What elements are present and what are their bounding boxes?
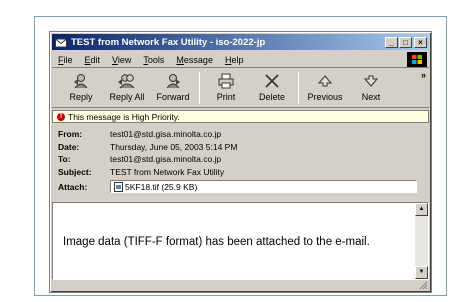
attachment-field: 5KF18.tif (25.9 KB)	[110, 180, 417, 193]
windows-logo-icon	[407, 52, 427, 67]
resize-grip-icon[interactable]	[419, 281, 428, 290]
toolbar-separator	[298, 72, 299, 104]
status-bar	[52, 280, 429, 290]
to-value[interactable]: test01@std.gisa.minolta.co.jp	[110, 154, 221, 164]
priority-banner: ! This message is High Priority.	[52, 110, 429, 123]
menu-file[interactable]: File	[52, 55, 79, 65]
reply-all-button[interactable]: Reply All	[104, 70, 150, 106]
reply-icon	[74, 74, 88, 89]
forward-button[interactable]: Forward	[150, 70, 196, 106]
header-subject: Subject: TEST from Network Fax Utility	[58, 166, 425, 179]
from-value[interactable]: test01@std.gisa.minolta.co.jp	[110, 129, 221, 139]
message-body[interactable]: Image data (TIFF-F format) has been atta…	[52, 202, 429, 280]
menu-edit-rest: dit	[90, 54, 101, 65]
toolbar-overflow-chevron[interactable]: »	[421, 70, 426, 80]
print-label: Print	[216, 92, 236, 102]
previous-button[interactable]: Previous	[302, 70, 348, 106]
reply-button[interactable]: Reply	[58, 70, 104, 106]
attach-label: Attach:	[58, 181, 88, 192]
minimize-button[interactable]: _	[385, 36, 398, 48]
menu-view[interactable]: View	[106, 55, 137, 65]
from-label: From:	[58, 129, 83, 140]
vertical-scrollbar[interactable]: ▲ ▼	[415, 203, 428, 279]
forward-label: Forward	[156, 92, 190, 102]
delete-label: Delete	[258, 92, 285, 102]
body-text: Image data (TIFF-F format) has been atta…	[63, 236, 370, 248]
next-label: Next	[361, 92, 381, 102]
message-window: TEST from Network Fax Utility - iso-2022…	[49, 31, 432, 293]
menu-message-accel: M	[176, 54, 184, 65]
message-headers: From: test01@std.gisa.minolta.co.jp Date…	[58, 128, 425, 194]
menu-view-rest: iew	[117, 54, 132, 65]
menu-message[interactable]: Message	[170, 55, 219, 65]
title-bar[interactable]: TEST from Network Fax Utility - iso-2022…	[52, 34, 429, 50]
previous-label: Previous	[307, 92, 343, 102]
scroll-down-icon[interactable]: ▼	[415, 266, 428, 279]
menu-file-rest: ile	[63, 54, 73, 65]
reply-all-icon	[118, 74, 135, 89]
subject-value: TEST from Network Fax Utility	[110, 166, 225, 177]
up-arrow-icon	[317, 75, 333, 87]
menu-edit[interactable]: Edit	[79, 55, 107, 65]
window-title: TEST from Network Fax Utility - iso-2022…	[71, 36, 266, 48]
image-file-icon	[114, 181, 123, 192]
reply-label: Reply	[69, 92, 93, 102]
high-priority-icon: !	[57, 112, 65, 121]
maximize-button[interactable]: □	[399, 36, 412, 48]
header-from: From: test01@std.gisa.minolta.co.jp	[58, 128, 425, 141]
priority-text: This message is High Priority.	[68, 111, 180, 122]
menu-help[interactable]: Help	[219, 55, 250, 65]
delete-button[interactable]: Delete	[249, 70, 295, 106]
attachment-name[interactable]: 5KF18.tif (25.9 KB)	[125, 182, 197, 192]
menu-message-rest: essage	[183, 54, 213, 65]
delete-icon	[265, 74, 279, 88]
envelope-icon	[55, 38, 67, 47]
close-button[interactable]: ×	[414, 36, 427, 48]
toolbar-separator	[199, 72, 200, 104]
header-to: To: test01@std.gisa.minolta.co.jp	[58, 153, 425, 166]
menu-bar: File Edit View Tools Message Help	[52, 52, 429, 68]
header-attach: Attach: 5KF18.tif (25.9 KB)	[58, 179, 425, 194]
printer-icon	[218, 73, 234, 89]
next-button[interactable]: Next	[348, 70, 394, 106]
date-label: Date:	[58, 141, 80, 152]
down-arrow-icon	[363, 75, 379, 87]
header-date: Date: Thursday, June 05, 2003 5:14 PM	[58, 141, 425, 154]
forward-icon	[166, 74, 180, 89]
reply-all-label: Reply All	[109, 92, 145, 102]
menu-help-rest: elp	[231, 54, 244, 65]
print-button[interactable]: Print	[203, 70, 249, 106]
scroll-up-icon[interactable]: ▲	[415, 203, 428, 216]
to-label: To:	[58, 154, 71, 165]
toolbar: Reply Reply All Forward Print Delete Pre…	[52, 70, 429, 108]
menu-tools-rest: ools	[147, 54, 165, 65]
date-value: Thursday, June 05, 2003 5:14 PM	[110, 141, 238, 152]
menu-tools[interactable]: Tools	[137, 55, 170, 65]
subject-label: Subject:	[58, 166, 92, 177]
